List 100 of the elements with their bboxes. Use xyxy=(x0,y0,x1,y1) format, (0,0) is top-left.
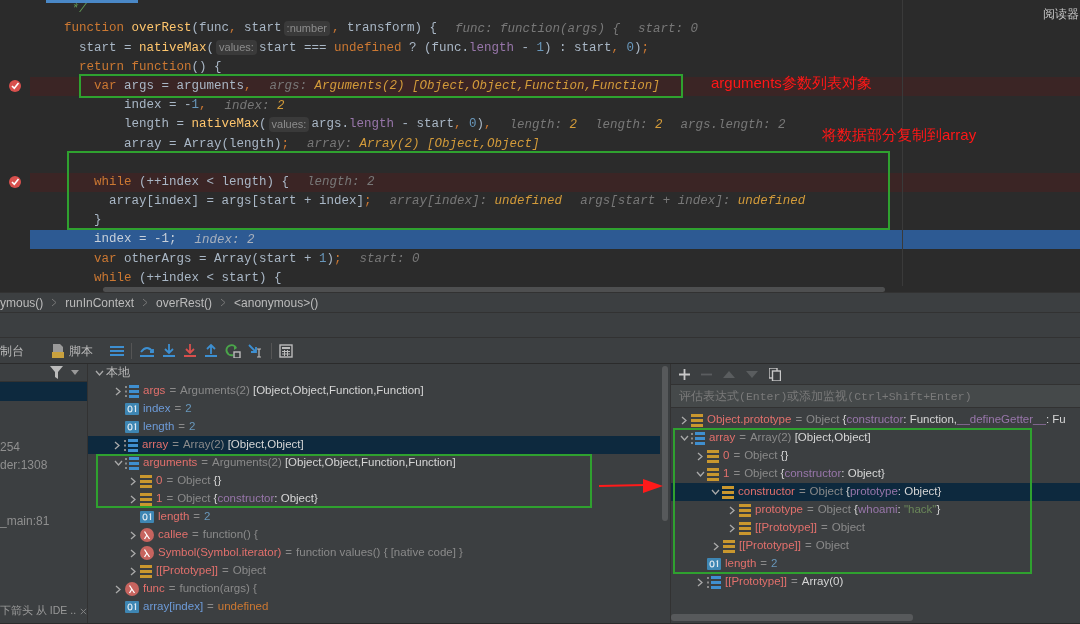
variable-text: Object.prototype = Object {constructor: Function,__defineGetter__: Fu xyxy=(707,412,1066,428)
add-icon[interactable] xyxy=(679,368,690,380)
list-icon xyxy=(125,456,139,470)
chevron-icon[interactable] xyxy=(115,584,121,594)
variable-row[interactable]: length = 2 xyxy=(111,420,196,434)
chevron-icon[interactable] xyxy=(729,523,735,533)
breakpoint-icon[interactable] xyxy=(8,79,22,94)
code-text: var otherArgs = Array(start + 1); xyxy=(93,250,342,268)
run-to-cursor-icon[interactable] xyxy=(248,343,264,358)
inline-value-hint: array[index]: undefined xyxy=(389,194,563,209)
chevron-icon[interactable] xyxy=(697,577,703,587)
frame-row[interactable]: _main:81 xyxy=(0,511,87,530)
chevron-icon[interactable] xyxy=(130,566,136,576)
calculator-icon[interactable] xyxy=(279,343,293,358)
breadcrumb-item[interactable]: overRest() xyxy=(156,293,213,312)
chevron-icon[interactable] xyxy=(710,489,720,495)
variable-row[interactable]: 0 = Object {} xyxy=(693,449,789,463)
chevron-icon[interactable] xyxy=(114,440,120,450)
code-text: while (++index < length) { xyxy=(93,173,290,191)
variable-row[interactable]: callee = function() { xyxy=(126,528,258,542)
variable-text: args = Arguments(2) [Object,Object,Function,Function] xyxy=(143,383,424,399)
variable-row[interactable]: Object.prototype = Object {constructor: Function,__defineGetter__: Fu xyxy=(677,413,1066,427)
variable-row[interactable]: 1 = Object {constructor: Object} xyxy=(693,467,885,481)
variable-row[interactable]: array = Array(2) [Object,Object] xyxy=(677,431,871,445)
chevron-icon[interactable] xyxy=(679,435,689,441)
step-into-icon[interactable] xyxy=(162,343,176,358)
duplicate-icon[interactable] xyxy=(769,367,781,381)
variable-row[interactable]: arguments = Arguments(2) [Object,Object,Function,Function] xyxy=(111,456,456,470)
debugger-tab[interactable]: 脚本 xyxy=(69,341,93,360)
parameter-hint: values: xyxy=(268,117,310,133)
chevron-icon[interactable] xyxy=(94,370,104,376)
chevron-icon xyxy=(220,298,227,307)
notification-text: 下箭头 从 IDE .. xyxy=(0,603,77,619)
variable-row[interactable]: array = Array(2) [Object,Object] xyxy=(88,436,660,454)
variable-row[interactable]: [[Prototype]] = Object xyxy=(725,521,865,535)
force-step-into-icon[interactable] xyxy=(183,343,197,358)
variable-row[interactable]: [[Prototype]] = Object xyxy=(126,564,266,578)
variable-text: func = function(args) { xyxy=(143,581,257,597)
variable-text: index = 2 xyxy=(143,401,192,417)
frames-list-icon[interactable] xyxy=(110,344,124,357)
chevron-icon[interactable] xyxy=(695,471,705,477)
primitive-value-icon xyxy=(125,421,139,433)
chevron-icon[interactable] xyxy=(130,494,136,504)
reader-mode-label[interactable]: 阅读器 xyxy=(1043,5,1079,23)
breadcrumb-item[interactable]: ymous() xyxy=(0,293,44,312)
chevron-icon[interactable] xyxy=(115,386,121,396)
code-text: var args = arguments, xyxy=(93,77,252,95)
chevron-icon[interactable] xyxy=(130,530,136,540)
frame-row[interactable]: 254 xyxy=(0,437,87,456)
variable-row[interactable]: [[Prototype]] = Array(0) xyxy=(693,575,844,589)
variable-row[interactable]: index = 2 xyxy=(111,402,192,416)
variable-row[interactable]: 1 = Object {constructor: Object} xyxy=(126,492,318,506)
inline-value-hint: start: 0 xyxy=(359,252,420,267)
variable-row[interactable]: Symbol(Symbol.iterator) = function values() { [native code] } xyxy=(126,546,463,560)
variable-text: length = 2 xyxy=(143,419,196,435)
inline-value-hint: length: 2 xyxy=(307,175,375,190)
breadcrumb-item[interactable]: <anonymous>() xyxy=(234,293,319,312)
lambda-icon xyxy=(140,546,154,560)
debugger-tab[interactable]: 制台 xyxy=(0,341,24,360)
variable-row[interactable]: array[index] = undefined xyxy=(111,600,269,614)
variable-text: [[Prototype]] = Object xyxy=(755,520,865,536)
chevron-icon[interactable] xyxy=(130,476,136,486)
scrollbar-thumb[interactable] xyxy=(662,366,668,521)
object-icon xyxy=(722,485,734,499)
scrollbar-thumb[interactable] xyxy=(103,287,885,292)
variable-row[interactable]: func = function(args) { xyxy=(111,582,257,596)
code-text: function overRest(func, start xyxy=(64,20,282,38)
scrollbar-thumb[interactable] xyxy=(671,614,913,621)
variable-row[interactable]: prototype = Object {whoami: "hack"} xyxy=(725,503,941,517)
chevron-icon[interactable] xyxy=(697,451,703,461)
variable-text: array = Array(2) [Object,Object] xyxy=(709,430,871,446)
primitive-value-icon xyxy=(125,403,139,415)
parameter-hint: :number xyxy=(283,21,330,37)
variable-row[interactable]: length = 2 xyxy=(126,510,211,524)
breadcrumb-item[interactable]: runInContext xyxy=(65,293,135,312)
restart-frame-icon[interactable] xyxy=(225,343,241,358)
list-icon xyxy=(124,438,138,452)
chevron-icon[interactable] xyxy=(713,541,719,551)
variable-row[interactable]: [[Prototype]] = Object xyxy=(709,539,849,553)
code-text: index = -1, xyxy=(123,97,207,115)
chevron-icon[interactable] xyxy=(729,505,735,515)
step-out-icon[interactable] xyxy=(204,343,218,358)
dropdown-caret-icon[interactable] xyxy=(71,370,79,375)
chevron-icon[interactable] xyxy=(113,460,123,466)
variable-text: [[Prototype]] = Array(0) xyxy=(725,574,844,590)
variable-row[interactable]: 0 = Object {} xyxy=(126,474,222,488)
close-icon[interactable] xyxy=(80,606,87,616)
variable-row[interactable]: length = 2 xyxy=(693,557,778,571)
filter-icon[interactable] xyxy=(50,366,63,379)
chevron-icon[interactable] xyxy=(681,415,687,425)
object-icon xyxy=(691,413,703,427)
variable-text: constructor = Object {prototype: Object} xyxy=(738,484,942,500)
frame-row[interactable]: der:1308 xyxy=(0,456,87,475)
variable-row[interactable]: args = Arguments(2) [Object,Object,Function,Function] xyxy=(111,384,424,398)
annotation-note: 将数据部分复制到array xyxy=(822,126,977,144)
breakpoint-icon[interactable] xyxy=(8,175,22,190)
variable-row[interactable]: constructor = Object {prototype: Object} xyxy=(671,483,1080,501)
chevron-icon[interactable] xyxy=(130,548,136,558)
variable-row[interactable]: 本地 xyxy=(92,366,130,380)
code-text: start === undefined ? (func.length - 1) : start, 0); xyxy=(258,39,650,57)
